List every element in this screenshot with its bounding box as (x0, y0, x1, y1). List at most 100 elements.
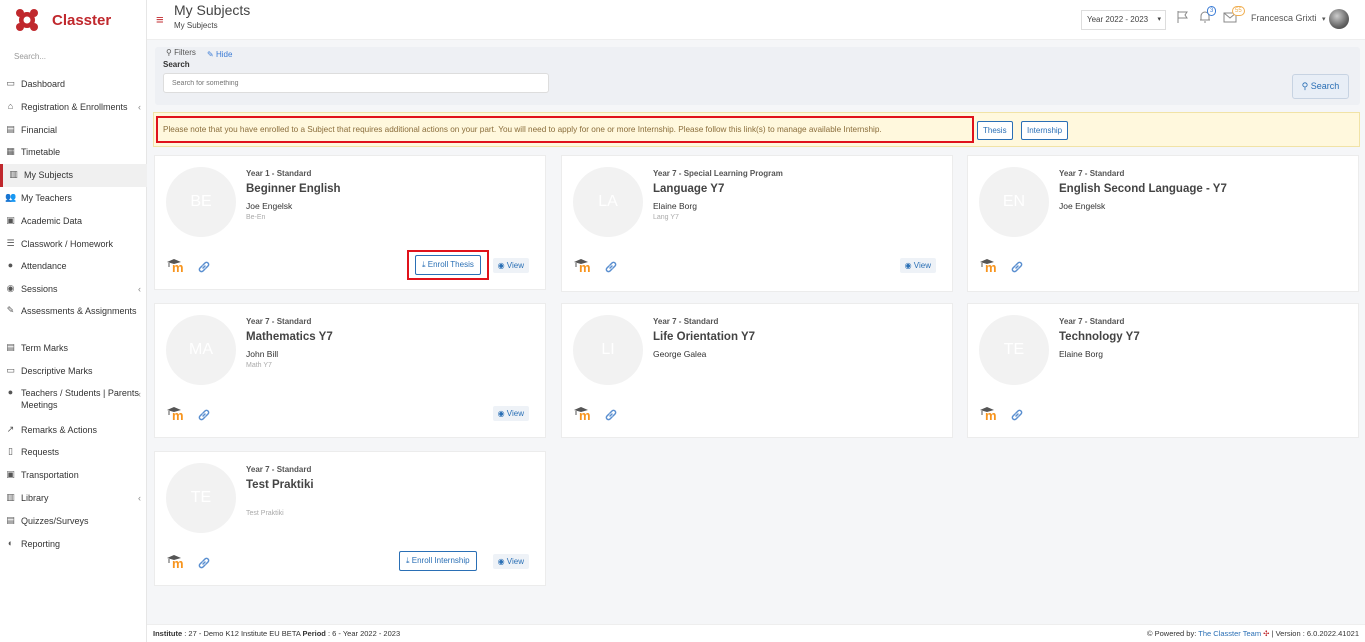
sidebar-item-label: Quizzes/Surveys (21, 515, 89, 526)
footer: Institute : 27 - Demo K12 Institute EU B… (147, 624, 1365, 642)
sessions-icon: ◉ (6, 283, 15, 294)
subject-card[interactable]: BE Year 1 - Standard Beginner English Joe E… (154, 155, 546, 290)
sidebar-item-sessions[interactable]: ◉ Sessions ‹ (0, 278, 147, 301)
sidebar-menu: ▭ Dashboard ⌂ Registration & Enrollments ‹ ▤ F… (0, 73, 147, 555)
view-button[interactable]: ◉ View (492, 554, 529, 569)
link-icon[interactable] (604, 260, 618, 274)
sidebar-item-dashboard[interactable]: ▭ Dashboard (0, 73, 147, 96)
view-button[interactable]: ◉ View (492, 258, 529, 273)
hamburger-menu-icon[interactable]: ≡ (156, 12, 164, 27)
sidebar-item-teachers-students-parents-meetings[interactable]: ● Teachers / Students | Parents Meetings ‹ (0, 383, 147, 419)
subject-initials-avatar: MA (166, 315, 236, 385)
subject-title: English Second Language - Y7 (1059, 183, 1227, 195)
sidebar-item-timetable[interactable]: ▦ Timetable (0, 141, 147, 164)
link-icon[interactable] (1010, 260, 1024, 274)
subject-level: Year 7 - Standard (1059, 317, 1125, 326)
id-card-icon: ▣ (6, 214, 15, 225)
moodle-icon[interactable]: m (979, 405, 1003, 421)
reporting-icon: ◐ (7, 537, 14, 548)
link-icon[interactable] (197, 260, 211, 274)
moodle-icon[interactable]: m (979, 257, 1003, 273)
sidebar-item-label: Remarks & Actions (21, 424, 98, 435)
sidebar-item-label: Library (21, 492, 49, 503)
classter-mini-logo-icon: ✣ (1263, 629, 1270, 638)
sidebar-item-requests[interactable]: ▯ Requests (0, 441, 147, 464)
search-label: Search (163, 60, 190, 69)
view-button[interactable]: ◉ View (492, 406, 529, 421)
filters-toggle[interactable]: ⚲ Filters (166, 48, 196, 57)
sidebar-item-my-teachers[interactable]: 👥 My Teachers (0, 187, 147, 210)
file-icon: ▯ (8, 446, 13, 457)
search-button[interactable]: ⚲ Search (1292, 74, 1349, 99)
footer-powered-by: © Powered by: The Classter Team ✣ | Vers… (1147, 629, 1359, 638)
subject-initials-avatar: TE (166, 463, 236, 533)
notifications-badge: 3 (1207, 6, 1217, 16)
avatar[interactable] (1329, 9, 1349, 29)
subject-teacher: Elaine Borg (653, 201, 697, 211)
moodle-icon[interactable]: m (166, 553, 190, 569)
search-input[interactable] (163, 73, 549, 93)
subject-initials-avatar: LA (573, 167, 643, 237)
subject-card[interactable]: TE Year 7 - Standard Technology Y7 Elaine B… (967, 303, 1359, 438)
bell-icon[interactable]: 3 (1198, 6, 1217, 26)
view-button[interactable]: ◉ View (899, 258, 936, 273)
alert-message: Please note that you have enrolled to a … (156, 116, 974, 143)
sidebar-item-remarks-actions[interactable]: ↗ Remarks & Actions (0, 419, 147, 442)
sidebar-item-assessments-assignments[interactable]: ✎ Assessments & Assignments (0, 301, 147, 337)
moodle-icon[interactable]: m (166, 405, 190, 421)
internship-button[interactable]: Internship (1021, 121, 1069, 140)
svg-text:m: m (579, 260, 591, 273)
sidebar-search-input[interactable]: Search... (14, 52, 46, 61)
sidebar-item-term-marks[interactable]: ▤ Term Marks (0, 337, 147, 360)
subject-card[interactable]: EN Year 7 - Standard English Second Langua… (967, 155, 1359, 292)
year-select[interactable]: Year 2022 - 2023 ▾ (1081, 10, 1166, 30)
subject-card[interactable]: TE Year 7 - Standard Test Praktiki Test Pra… (154, 451, 546, 586)
classter-team-link[interactable]: The Classter Team (1198, 629, 1261, 638)
eye-icon: ◉ (497, 261, 507, 270)
bus-icon: ▣ (6, 469, 15, 480)
sidebar-item-label: Attendance (21, 261, 67, 272)
subject-initials-avatar: BE (166, 167, 236, 237)
edit-icon: ✎ (6, 304, 15, 315)
subject-level: Year 7 - Special Learning Program (653, 169, 783, 178)
user-name: Francesca Grixti (1251, 13, 1317, 23)
user-menu[interactable]: Francesca Grixti ▾ (1251, 13, 1326, 23)
link-icon[interactable] (197, 556, 211, 570)
sidebar-item-library[interactable]: ▥ Library ‹ (0, 487, 147, 510)
moodle-icon[interactable]: m (573, 257, 597, 273)
link-icon[interactable] (1010, 408, 1024, 422)
sidebar-item-label: Classwork / Homework (21, 238, 114, 249)
view-button-label: View (506, 409, 524, 418)
sidebar-item-classwork-homework[interactable]: ☰ Classwork / Homework (0, 233, 147, 256)
sidebar-item-label: Requests (21, 447, 60, 458)
link-icon[interactable] (604, 408, 618, 422)
sidebar-item-financial[interactable]: ▤ Financial (0, 119, 147, 142)
chevron-left-icon: ‹ (138, 101, 141, 112)
powered-by-label: Powered by: (1154, 629, 1197, 638)
sidebar-item-transportation[interactable]: ▣ Transportation (0, 464, 147, 487)
sidebar-item-academic-data[interactable]: ▣ Academic Data (0, 210, 147, 233)
flag-icon[interactable] (1176, 10, 1192, 26)
sidebar-item-reporting[interactable]: ◐ Reporting (0, 533, 147, 556)
subject-card[interactable]: MA Year 7 - Standard Mathematics Y7 John Bi… (154, 303, 546, 438)
hide-filters-link[interactable]: ✎ Hide (207, 50, 232, 59)
moodle-icon[interactable]: m (166, 257, 190, 273)
subject-card[interactable]: LA Year 7 - Special Learning Program Langu… (561, 155, 953, 292)
sidebar-item-attendance[interactable]: ● Attendance (0, 255, 147, 278)
subject-code: Test Praktiki (246, 510, 284, 517)
sidebar-item-my-subjects[interactable]: ▥ My Subjects (0, 164, 147, 187)
sidebar-item-quizzes-surveys[interactable]: ▤ Quizzes/Surveys (0, 510, 147, 533)
moodle-icon[interactable]: m (573, 405, 597, 421)
subject-teacher: Joe Engelsk (1059, 201, 1106, 211)
subject-title: Mathematics Y7 (246, 331, 333, 343)
link-icon[interactable] (197, 408, 211, 422)
sidebar-item-descriptive-marks[interactable]: ▭ Descriptive Marks (0, 360, 147, 383)
thesis-button[interactable]: Thesis (977, 121, 1013, 140)
version-info: | Version : 6.0.2022.41021 (1271, 629, 1359, 638)
envelope-icon[interactable]: 55 (1223, 6, 1245, 26)
enroll-button[interactable]: ⤓ Enroll Internship (399, 551, 477, 571)
sidebar-item-label: Teachers / Students | Parents Meetings (21, 387, 139, 410)
sidebar-item-registration-enrollments[interactable]: ⌂ Registration & Enrollments ‹ (0, 96, 147, 119)
classter-logo[interactable]: Classter (14, 6, 111, 34)
subject-card[interactable]: LI Year 7 - Standard Life Orientation Y7 Ge… (561, 303, 953, 438)
